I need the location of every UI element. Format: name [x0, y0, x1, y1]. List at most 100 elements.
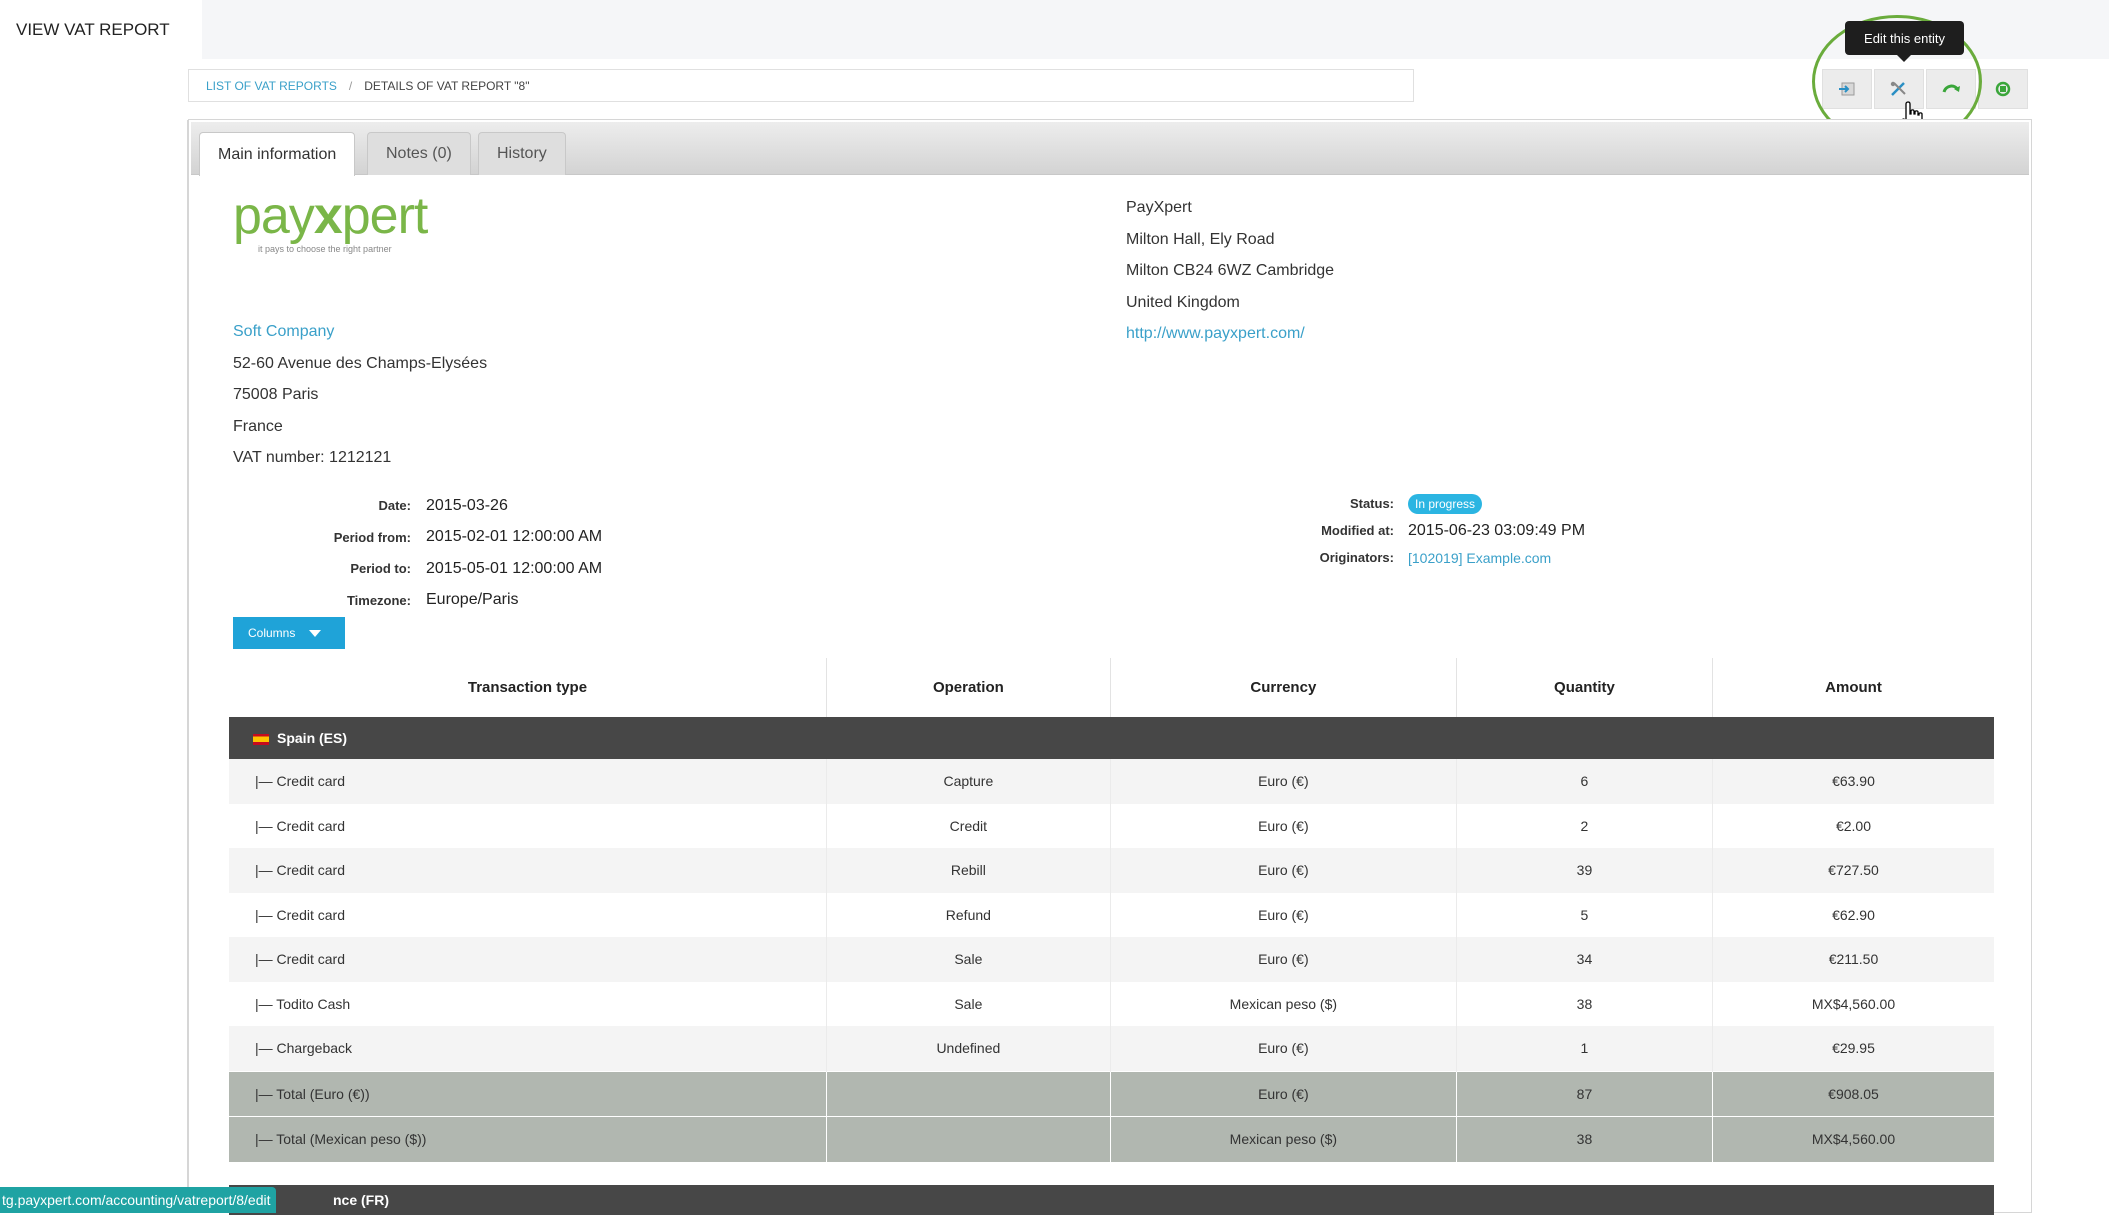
table-row: |— Credit card Capture Euro (€) 6 €63.90 [229, 759, 1994, 804]
main-panel: Main information Notes (0) History payxp… [188, 119, 2032, 1215]
cell-type: |— Credit card [229, 937, 827, 982]
undo-icon [1942, 84, 1960, 93]
client-address2: 75008 Paris [233, 386, 319, 403]
table-row: |— Credit card Sale Euro (€) 34 €211.50 [229, 937, 1994, 982]
breadcrumb-link-vat-reports[interactable]: LIST OF VAT REPORTS [206, 79, 337, 93]
cell-currency: Euro (€) [1109, 803, 1457, 848]
total-row: |— Total (Euro (€)) Euro (€) 87 €908.05 [229, 1070, 1994, 1117]
undo-button[interactable] [1926, 69, 1976, 109]
modified-value: 2015-06-23 03:09:49 PM [1408, 521, 1586, 539]
columns-dropdown-button[interactable]: Columns [233, 617, 345, 649]
period-from-value: 2015-02-01 12:00:00 AM [426, 528, 603, 546]
cell-operation: Undefined [825, 1026, 1111, 1071]
client-name-link[interactable]: Soft Company [233, 323, 334, 340]
date-value: 2015-03-26 [426, 496, 508, 514]
country-group-label: nce (FR) [333, 1192, 389, 1208]
spain-flag-icon [253, 733, 269, 745]
cell-operation: Rebill [825, 848, 1111, 893]
cell-amount: €62.90 [1711, 892, 1994, 937]
cell-currency: Mexican peso ($) [1109, 981, 1457, 1026]
cell-quantity: 39 [1455, 848, 1713, 893]
cell-quantity: 87 [1455, 1070, 1713, 1117]
period-from-label: Period from: [333, 529, 411, 545]
cell-currency: Euro (€) [1109, 937, 1457, 982]
edit-icon [1890, 81, 1906, 96]
company-country: United Kingdom [1126, 293, 1240, 311]
browser-status-bar: tg.payxpert.com/accounting/vatreport/8/e… [0, 1187, 277, 1213]
refresh-icon [1995, 81, 2011, 97]
cell-operation: Sale [825, 981, 1111, 1026]
client-country: France [233, 417, 283, 435]
cell-amount: €29.95 [1711, 1026, 1994, 1071]
tab-label: Main information [218, 145, 337, 163]
tab-history[interactable]: History [478, 132, 566, 175]
company-address1: Milton Hall, Ely Road [1126, 230, 1275, 248]
report-meta-left: Date: 2015-03-26 Period from: 2015-02-01 1… [309, 490, 602, 616]
header-transaction-type[interactable]: Transaction type [229, 658, 827, 717]
cell-operation [825, 1116, 1111, 1162]
cell-type: |— Credit card [229, 759, 827, 804]
header-currency[interactable]: Currency [1109, 658, 1457, 717]
cell-currency: Euro (€) [1109, 1070, 1457, 1117]
company-address: PayXpert Milton Hall, Ely Road Milton CB… [1126, 192, 1334, 350]
originator-link[interactable]: [102019] Example.com [1408, 550, 1551, 566]
cell-currency: Euro (€) [1109, 759, 1457, 804]
header-operation[interactable]: Operation [825, 658, 1111, 717]
cell-amount: €211.50 [1711, 937, 1994, 982]
breadcrumb: LIST OF VAT REPORTS / DETAILS OF VAT REP… [188, 69, 1414, 102]
cell-quantity: 38 [1455, 981, 1713, 1026]
cell-type: |— Credit card [229, 803, 827, 848]
tab-main-information[interactable]: Main information [199, 132, 356, 176]
table-row: |— Credit card Refund Euro (€) 5 €62.90 [229, 892, 1994, 937]
cell-quantity: 34 [1455, 937, 1713, 982]
status-badge: In progress [1408, 493, 1483, 514]
company-address2: Milton CB24 6WZ Cambridge [1126, 262, 1335, 279]
cell-amount: MX$4,560.00 [1711, 1116, 1994, 1162]
cell-quantity: 5 [1455, 892, 1713, 937]
cell-quantity: 2 [1455, 803, 1713, 848]
table-row: |— Chargeback Undefined Euro (€) 1 €29.95 [229, 1026, 1994, 1071]
cell-operation: Credit [825, 803, 1111, 848]
client-vat-number: VAT number: 1212121 [233, 449, 392, 466]
cell-type: |— Chargeback [229, 1026, 827, 1071]
refresh-button[interactable] [1978, 69, 2028, 109]
cell-amount: MX$4,560.00 [1711, 981, 1994, 1026]
export-button[interactable] [1822, 69, 1872, 109]
header-amount[interactable]: Amount [1711, 658, 1994, 717]
cell-amount: €908.05 [1711, 1070, 1994, 1117]
header-strip [202, 0, 2109, 59]
tab-notes[interactable]: Notes (0) [367, 132, 471, 175]
cell-currency: Euro (€) [1109, 848, 1457, 893]
cell-operation [825, 1070, 1111, 1117]
timezone-value: Europe/Paris [426, 591, 519, 609]
vat-report-table: Transaction type Operation Currency Quan… [229, 658, 1994, 1162]
client-address: Soft Company 52-60 Avenue des Champs-Ely… [233, 316, 487, 474]
company-website-link[interactable]: http://www.payxpert.com/ [1126, 325, 1305, 342]
country-group-row-france: nce (FR) [229, 1185, 1994, 1215]
table-row: |— Credit card Credit Euro (€) 2 €2.00 [229, 803, 1994, 848]
tab-label: History [497, 145, 547, 162]
modified-label: Modified at: [1321, 523, 1394, 538]
status-label: Status: [1349, 496, 1394, 511]
cell-type: |— Credit card [229, 848, 827, 893]
cell-operation: Sale [825, 937, 1111, 982]
table-header-row: Transaction type Operation Currency Quan… [229, 658, 1994, 717]
cell-currency: Euro (€) [1109, 1026, 1457, 1071]
cell-amount: €727.50 [1711, 848, 1994, 893]
cell-amount: €2.00 [1711, 803, 1994, 848]
page-title-text: VIEW VAT REPORT [16, 19, 170, 39]
tab-label: Notes (0) [386, 145, 452, 162]
cell-type: |— Total (Mexican peso ($)) [229, 1116, 827, 1162]
header-quantity[interactable]: Quantity [1455, 658, 1713, 717]
cell-quantity: 1 [1455, 1026, 1713, 1071]
edit-tooltip: Edit this entity [1845, 21, 1964, 62]
date-label: Date: [378, 498, 411, 514]
table-row: |— Todito Cash Sale Mexican peso ($) 38 MX$4… [229, 981, 1994, 1026]
caret-down-icon [309, 629, 322, 637]
breadcrumb-current: DETAILS OF VAT REPORT "8" [364, 78, 530, 93]
country-group-label: Spain (ES) [277, 730, 348, 746]
cell-type: |— Todito Cash [229, 981, 827, 1026]
cell-type: |— Total (Euro (€)) [229, 1070, 827, 1117]
export-icon [1839, 82, 1855, 96]
period-to-label: Period to: [350, 561, 411, 577]
